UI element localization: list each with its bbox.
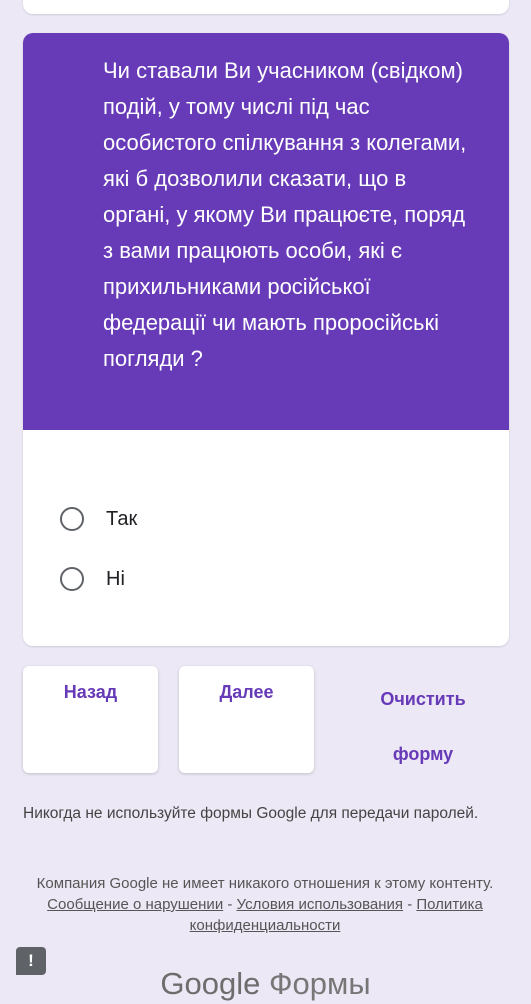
clear-form-button[interactable]: Очистить форму bbox=[350, 672, 496, 782]
option-yes[interactable]: Так bbox=[60, 504, 509, 534]
previous-section-card bbox=[23, 0, 509, 14]
separator: - bbox=[227, 896, 233, 913]
password-warning: Никогда не используйте формы Google для … bbox=[23, 805, 479, 822]
back-button[interactable]: Назад bbox=[23, 666, 158, 773]
option-label: Так bbox=[106, 507, 138, 530]
radio-button-icon[interactable] bbox=[60, 507, 84, 531]
report-abuse-link[interactable]: Сообщение о нарушении bbox=[47, 896, 223, 913]
next-button[interactable]: Далее bbox=[179, 666, 314, 773]
question-card: Чи ставали Ви учасником (свідком) подій,… bbox=[23, 33, 509, 646]
terms-link[interactable]: Условия использования bbox=[237, 896, 404, 913]
question-title: Чи ставали Ви учасником (свідком) подій,… bbox=[103, 58, 467, 371]
disclaimer-text: Компания Google не имеет никакого отноше… bbox=[36, 875, 494, 892]
separator: - bbox=[407, 896, 413, 913]
radio-button-icon[interactable] bbox=[60, 567, 84, 591]
question-header: Чи ставали Ви учасником (свідком) подій,… bbox=[23, 33, 509, 430]
brand-google: Google bbox=[160, 966, 261, 1001]
option-no[interactable]: Ні bbox=[60, 564, 509, 594]
brand-product: Формы bbox=[268, 966, 371, 1001]
disclaimer: Компания Google не имеет никакого отноше… bbox=[30, 873, 500, 936]
radio-group: Так Ні bbox=[23, 430, 509, 594]
option-label: Ні bbox=[106, 567, 125, 590]
google-forms-logo: Google Формы bbox=[0, 966, 531, 1002]
